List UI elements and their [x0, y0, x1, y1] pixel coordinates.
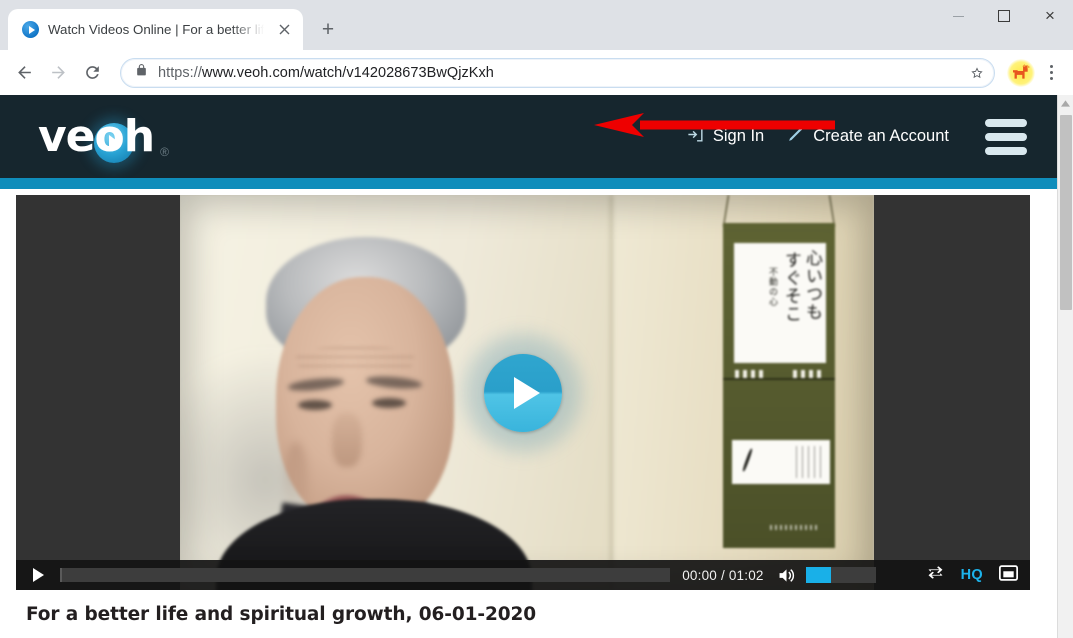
site-header: veoh ® Sign In Create an Account: [0, 95, 1057, 178]
controls-right-group: HQ: [926, 564, 1022, 586]
sign-in-button[interactable]: Sign In: [686, 125, 764, 149]
tab-close-icon[interactable]: [273, 19, 295, 41]
minimize-button[interactable]: [935, 0, 981, 32]
scroll-fine-text: [796, 446, 822, 478]
player-container: 心いつも すぐそこ 不動の心 00:00 / 01:02 HQ: [0, 189, 1057, 590]
forward-arrow-icon: [42, 57, 74, 89]
calligraphy-line-1: 心いつも: [802, 249, 822, 321]
scroll-dots: [733, 370, 825, 378]
scroll-lower-panel: [732, 440, 830, 484]
back-arrow-icon[interactable]: [8, 57, 40, 89]
seek-buffer: [60, 568, 63, 582]
three-dot-menu-icon[interactable]: [1037, 58, 1065, 88]
player-controls: 00:00 / 01:02 HQ: [16, 560, 1030, 590]
volume-level: [805, 567, 831, 583]
accent-bar: [0, 178, 1057, 189]
create-account-label: Create an Account: [813, 127, 949, 145]
header-nav: Sign In Create an Account: [686, 118, 1027, 155]
scroll-calligraphy-panel: 心いつも すぐそこ 不動の心: [734, 243, 826, 363]
play-button[interactable]: [24, 561, 52, 589]
page-viewport: veoh ® Sign In Create an Account 心いつも すぐ…: [0, 95, 1073, 638]
video-title: For a better life and spiritual growth, …: [26, 604, 537, 625]
volume-on-icon[interactable]: [774, 562, 800, 588]
address-bar[interactable]: https://www.veoh.com/watch/v142028673BwQ…: [120, 57, 995, 88]
scrollbar-thumb[interactable]: [1060, 115, 1072, 310]
forehead-lines: [296, 347, 414, 373]
calligraphy-line-3: 不動の心: [767, 267, 777, 307]
scroll-divider: [723, 378, 835, 380]
browser-window: Watch Videos Online | For a better life …: [0, 0, 1073, 638]
big-play-button-icon[interactable]: [458, 327, 588, 458]
scroll-signature: [770, 525, 818, 530]
reload-icon[interactable]: [76, 57, 108, 89]
quality-hq-button[interactable]: HQ: [961, 567, 983, 583]
hamburger-menu-icon[interactable]: [985, 118, 1027, 155]
sign-in-icon: [686, 125, 705, 149]
wall-corner: [610, 195, 613, 590]
play-circle: [484, 353, 562, 432]
registered-mark: ®: [160, 144, 169, 159]
play-circle-favicon-icon: [22, 21, 39, 38]
popout-screen-icon[interactable]: [999, 564, 1018, 586]
lock-icon: [135, 63, 148, 82]
sign-in-label: Sign In: [712, 127, 765, 145]
volume-slider[interactable]: [805, 567, 876, 583]
url-rest: www.veoh.com/watch/v142028673BwQjzKxh: [201, 64, 494, 81]
nose: [332, 413, 362, 467]
browser-tab-active[interactable]: Watch Videos Online | For a better life …: [8, 9, 303, 50]
star-icon[interactable]: [964, 60, 990, 86]
page-scrollbar[interactable]: [1057, 95, 1073, 638]
tab-title: Watch Videos Online | For a better life …: [48, 22, 264, 37]
time-display: 00:00 / 01:02: [682, 567, 764, 583]
close-window-button[interactable]: ×: [1027, 0, 1073, 32]
seek-bar[interactable]: [60, 568, 671, 582]
eye-right: [372, 398, 406, 408]
browser-tab-bar: Watch Videos Online | For a better life …: [0, 0, 1073, 50]
eye-left: [298, 400, 332, 410]
tab-strip: Watch Videos Online | For a better life …: [0, 0, 343, 50]
create-account-button[interactable]: Create an Account: [786, 125, 949, 149]
url-text: https://www.veoh.com/watch/v142028673BwQ…: [158, 65, 954, 81]
maximize-button[interactable]: [981, 0, 1027, 32]
pencil-icon: [786, 125, 805, 149]
veoh-logo[interactable]: veoh ®: [38, 109, 169, 165]
url-scheme: https://: [158, 64, 202, 81]
veoh-logo-text: veoh: [38, 111, 155, 162]
extension-dog-icon[interactable]: [1007, 58, 1035, 87]
window-controls: ×: [935, 0, 1073, 32]
browser-toolbar: https://www.veoh.com/watch/v142028673BwQ…: [0, 50, 1073, 137]
new-tab-button[interactable]: +: [313, 14, 343, 44]
video-player[interactable]: 心いつも すぐそこ 不動の心 00:00 / 01:02 HQ: [16, 195, 1030, 590]
repeat-loop-icon[interactable]: [926, 564, 945, 586]
calligraphy-line-2: すぐそこ: [781, 251, 801, 323]
scroll-up-arrow-icon[interactable]: [1058, 95, 1073, 112]
veoh-page: veoh ® Sign In Create an Account 心いつも すぐ…: [0, 95, 1057, 625]
